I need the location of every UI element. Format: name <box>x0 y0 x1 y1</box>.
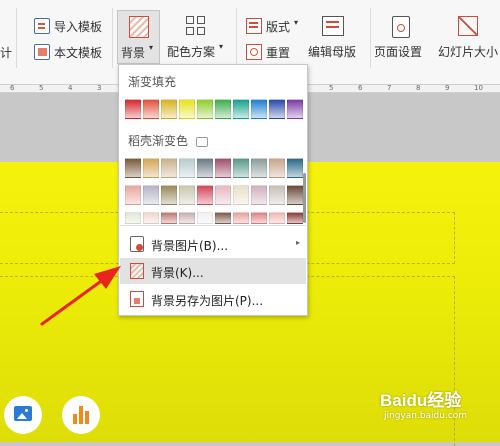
red-pointer-arrow <box>40 266 121 326</box>
arrow-shaft <box>40 277 106 326</box>
arrow-head <box>94 266 121 289</box>
